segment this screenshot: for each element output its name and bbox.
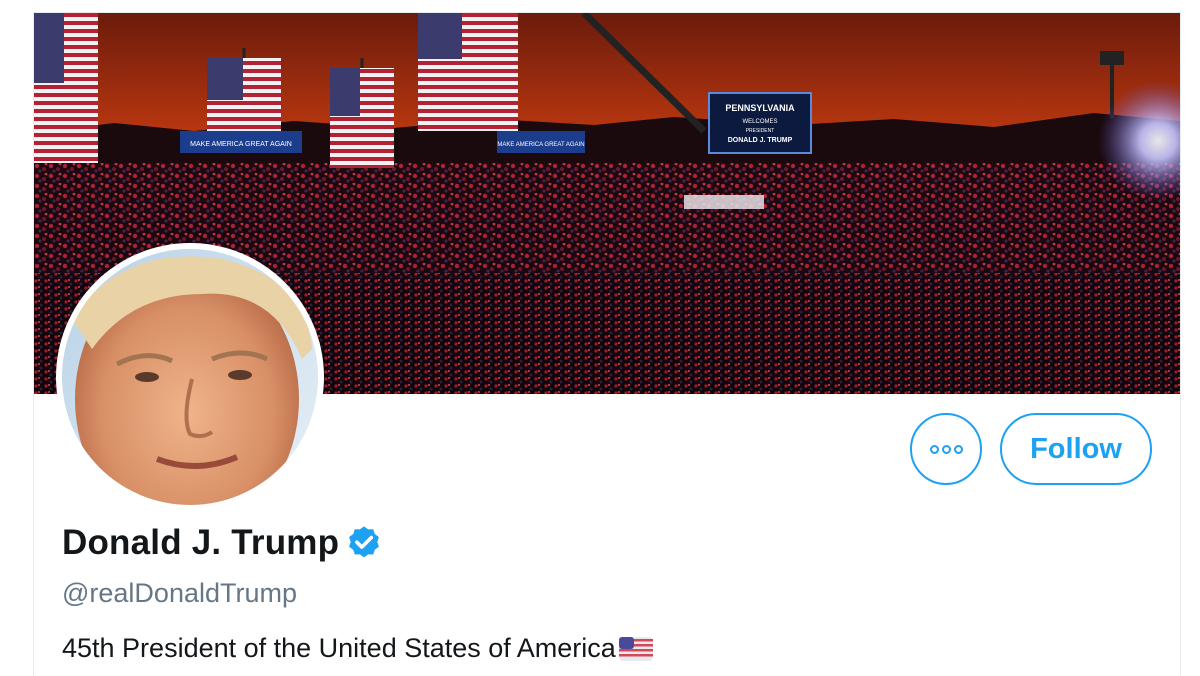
banner-screen-line2: WELCOMES [742,119,777,125]
profile-card: MAKE AMERICA GREAT AGAIN MAKE AMERICA GR… [33,12,1181,676]
more-dot-icon [941,444,951,454]
more-dot-icon [929,444,939,454]
profile-actions: Follow [910,413,1152,485]
us-flag-icon [618,636,653,661]
more-options-button[interactable] [910,413,982,485]
banner-flag-left [34,13,98,163]
profile-handle: @realDonaldTrump [62,578,297,608]
avatar-photo [62,249,318,505]
banner-screen-line1: PENNSYLVANIA [725,103,795,113]
banner-screen: PENNSYLVANIA WELCOMES PRESIDENT DONALD J… [708,92,812,154]
profile-bio: 45th President of the United States of A… [62,633,654,664]
banner-sign-mid-text: MAKE AMERICA GREAT AGAIN [497,142,584,148]
bio-text: 45th President of the United States of A… [62,633,616,663]
display-name: Donald J. Trump [62,523,340,562]
profile-name-row: Donald J. Trump [62,523,383,563]
banner-screen-line3: PRESIDENT [746,128,775,134]
verified-badge-icon [349,526,380,558]
banner-sign-left-text: MAKE AMERICA GREAT AGAIN [190,141,292,148]
profile-avatar[interactable] [56,243,324,511]
follow-button[interactable]: Follow [1000,413,1152,485]
more-dot-icon [953,444,963,454]
banner-screen-line4: DONALD J. TRUMP [728,137,793,144]
